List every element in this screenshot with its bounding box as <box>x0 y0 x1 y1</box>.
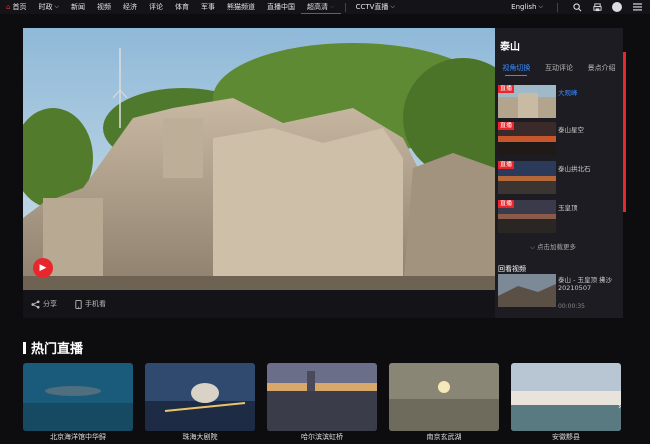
replay-title[interactable]: 泰山 - 玉皇顶 拂沙 20210507 <box>558 276 620 292</box>
camera-label[interactable]: 大观峰 <box>558 87 578 97</box>
nav-item-sports[interactable]: 体育 <box>169 0 195 14</box>
camera-thumb-daguanfeng[interactable]: 直播 <box>498 85 556 118</box>
menu-icon[interactable] <box>632 2 642 12</box>
camera-thumb-starry-sky[interactable]: 直播 <box>498 122 556 155</box>
carousel-next-icon[interactable]: › <box>618 402 622 412</box>
chevron-down-icon: ⌵ <box>538 3 543 10</box>
hot-card-yixian[interactable] <box>511 363 621 431</box>
load-more-button[interactable]: ⌵ 点击加载更多 <box>530 241 576 252</box>
tab-scenic-info[interactable]: 景点介绍 <box>580 63 623 75</box>
tab-comments[interactable]: 互动评论 <box>538 63 581 75</box>
hot-card-label[interactable]: 哈尔滨滨虹桥 <box>267 432 377 442</box>
nav-divider <box>344 2 346 12</box>
tab-view-switch[interactable]: 视角切换 <box>495 63 538 75</box>
nav-item-comment[interactable]: 评论 <box>143 0 169 14</box>
live-badge: 直播 <box>498 200 515 208</box>
card-image <box>23 363 133 431</box>
share-icon <box>31 299 40 309</box>
nav-item-military[interactable]: 军事 <box>195 0 221 14</box>
nav-item-economy[interactable]: 经济 <box>117 0 143 14</box>
replay-section-title: 回看视频 <box>498 265 526 273</box>
heading-marker <box>23 341 26 354</box>
top-navigation: ⌂ 首页 时政 ⌵ 新闻 视频 经济 评论 体育 军事 熊猫频道 直播中国 超高清 ⌵… <box>0 0 650 14</box>
share-button[interactable]: 分享 <box>31 299 57 309</box>
video-player[interactable]: ▶ <box>23 28 495 290</box>
card-image <box>267 363 377 431</box>
hot-card-label[interactable]: 南京玄武湖 <box>389 432 499 442</box>
card-image <box>389 363 499 431</box>
hot-card-xuanwu-lake[interactable] <box>389 363 499 431</box>
mount-tai-live-frame <box>23 28 495 290</box>
player-action-bar: 分享 手机看 <box>23 290 495 318</box>
hot-card-label[interactable]: 北京海洋馆中华鲟 <box>23 432 133 442</box>
camera-label[interactable]: 玉皇顶 <box>558 202 578 212</box>
print-icon[interactable] <box>592 2 602 12</box>
cctv-logo-icon: ▶ <box>33 258 53 278</box>
hot-card-zhuhai-theatre[interactable] <box>145 363 255 431</box>
chevron-down-icon: ⌵ <box>390 3 395 10</box>
side-scrollbar[interactable] <box>623 52 626 212</box>
mobile-icon <box>75 299 82 309</box>
nav-divider <box>557 2 558 12</box>
user-avatar-icon[interactable] <box>612 2 622 12</box>
camera-label[interactable]: 泰山星空 <box>558 124 584 134</box>
camera-thumb-gongbei-rock[interactable]: 直播 <box>498 161 556 194</box>
side-tabs: 视角切换 互动评论 景点介绍 <box>495 63 623 75</box>
hot-card-harbin-bridge[interactable] <box>267 363 377 431</box>
live-badge: 直播 <box>498 122 515 130</box>
card-image <box>145 363 255 431</box>
nav-item-live-china[interactable]: 直播中国 <box>261 0 301 14</box>
live-badge: 直播 <box>498 85 515 93</box>
nav-item-uhd[interactable]: 超高清 ⌵ <box>301 0 341 14</box>
nav-item-video[interactable]: 视频 <box>91 0 117 14</box>
nav-item-cctv-live[interactable]: CCTV直播 ⌵ <box>350 0 401 14</box>
camera-thumb-yuhuang-peak[interactable]: 直播 <box>498 200 556 233</box>
home-icon: ⌂ <box>6 3 11 11</box>
hot-card-aquarium[interactable] <box>23 363 133 431</box>
hot-live-heading: 热门直播 <box>23 338 83 357</box>
nav-item-home[interactable]: ⌂ 首页 <box>0 0 32 14</box>
chevron-down-icon: ⌵ <box>54 3 60 10</box>
camera-label[interactable]: 泰山拱北石 <box>558 163 591 173</box>
chevron-down-icon: ⌵ <box>530 243 537 251</box>
card-image <box>511 363 621 431</box>
nav-item-politics[interactable]: 时政 ⌵ <box>32 0 65 14</box>
mobile-watch-button[interactable]: 手机看 <box>75 299 106 309</box>
hot-card-label[interactable]: 珠海大剧院 <box>145 432 255 442</box>
nav-item-news[interactable]: 新闻 <box>65 0 91 14</box>
search-icon[interactable] <box>572 2 582 12</box>
chevron-down-icon: ⌵ <box>330 2 335 10</box>
location-title: 泰山 <box>500 42 520 53</box>
thumb-image <box>498 274 556 307</box>
nav-item-panda[interactable]: 熊猫频道 <box>221 0 261 14</box>
live-badge: 直播 <box>498 161 515 169</box>
hot-card-label[interactable]: 安徽黟县 <box>511 432 621 442</box>
language-switch[interactable]: English ⌵ <box>511 0 543 14</box>
camera-side-panel: 泰山 视角切换 互动评论 景点介绍 直播 大观峰 直播 泰山星空 直播 泰山拱北… <box>495 28 623 318</box>
replay-duration: 00:00:35 <box>558 303 585 310</box>
replay-thumb[interactable] <box>498 274 556 307</box>
